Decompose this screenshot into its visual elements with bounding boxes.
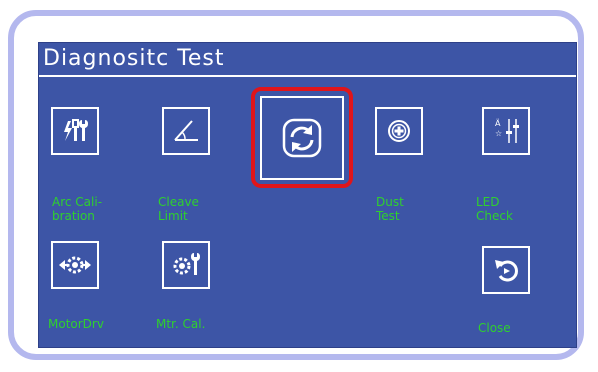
- refresh-button[interactable]: [260, 96, 344, 180]
- svg-text:☆: ☆: [495, 129, 502, 138]
- page-title: Diagnositc Test: [43, 46, 225, 71]
- motor-drv-label: MotorDrv: [48, 317, 104, 331]
- motor-drv-icon-box[interactable]: [51, 241, 99, 289]
- undo-icon: [495, 260, 518, 282]
- plus-circle-icon: [388, 120, 410, 142]
- mtr-cal-label: Mtr. Cal.: [156, 317, 206, 331]
- arc-calibration-icon-box[interactable]: [51, 107, 99, 155]
- close-icon-box[interactable]: [482, 246, 530, 294]
- mtr-cal-icon-box[interactable]: [162, 241, 210, 289]
- angle-icon: [174, 120, 198, 141]
- sliders-icon: Ä ☆: [495, 118, 519, 143]
- close-label: Close: [478, 321, 511, 335]
- arc-calibration-label: Arc Cali- bration: [52, 195, 103, 223]
- led-check-icon-box[interactable]: Ä ☆: [482, 107, 530, 155]
- cleave-limit-label: Cleave Limit: [158, 195, 199, 223]
- tools-icon: [64, 119, 88, 141]
- gear-wrench-icon: [173, 253, 200, 275]
- gear-arrows-icon: [59, 256, 91, 274]
- title-bar: Diagnositc Test: [39, 43, 576, 77]
- led-check-label: LED Check: [476, 195, 513, 223]
- refresh-icon: [282, 118, 322, 158]
- svg-text:Ä: Ä: [495, 118, 501, 128]
- cleave-limit-icon-box[interactable]: [162, 107, 210, 155]
- dust-test-label: Dust Test: [376, 195, 404, 223]
- dust-test-icon-box[interactable]: [375, 107, 423, 155]
